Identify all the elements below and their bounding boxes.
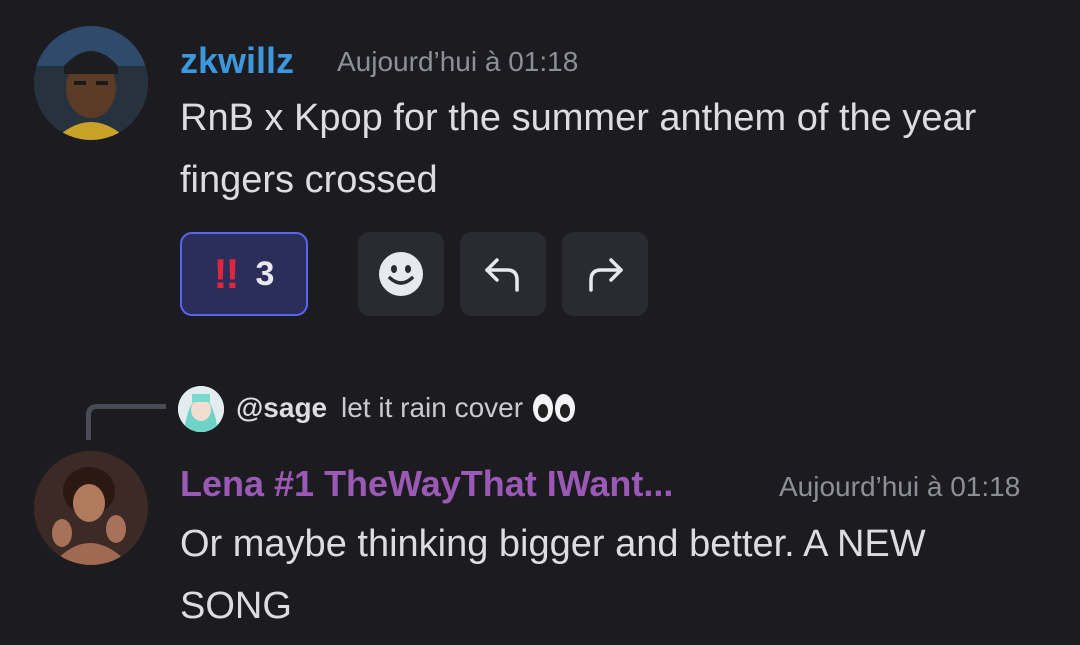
reply-avatar (178, 386, 224, 432)
message-text: Or maybe thinking bigger and better. A N… (180, 523, 926, 627)
timestamp: Aujourd’hui à 01:18 (779, 471, 1021, 502)
avatar-image (34, 451, 148, 565)
reaction-bar: !! 3 (180, 232, 648, 316)
message-text: RnB x Kpop for the summer anthem of the … (180, 97, 977, 201)
reply-icon (485, 258, 519, 292)
add-reaction-icon (379, 252, 423, 296)
reply-preview: let it rain cover (341, 392, 577, 424)
reaction-count: 3 (255, 254, 275, 293)
avatar[interactable] (34, 451, 148, 565)
reply-spine (86, 404, 166, 440)
reply-button[interactable] (460, 232, 546, 316)
add-reaction-button[interactable] (358, 232, 444, 316)
eyes-icon (533, 394, 576, 422)
username[interactable]: Lena #1 TheWayThat IWant... (180, 463, 673, 505)
reply-handle[interactable]: @sage (236, 392, 327, 424)
reply-avatar-image (178, 386, 224, 432)
timestamp: Aujourd’hui à 01:18 (337, 46, 579, 77)
forward-icon (589, 258, 623, 292)
reply-preview-text: let it rain cover (341, 392, 524, 423)
avatar-image (34, 26, 148, 140)
double-exclamation-icon: !! (213, 250, 240, 297)
username[interactable]: zkwillz (180, 40, 294, 82)
reaction-double-exclamation[interactable]: !! 3 (180, 232, 308, 316)
avatar[interactable] (34, 26, 148, 140)
forward-button[interactable] (562, 232, 648, 316)
